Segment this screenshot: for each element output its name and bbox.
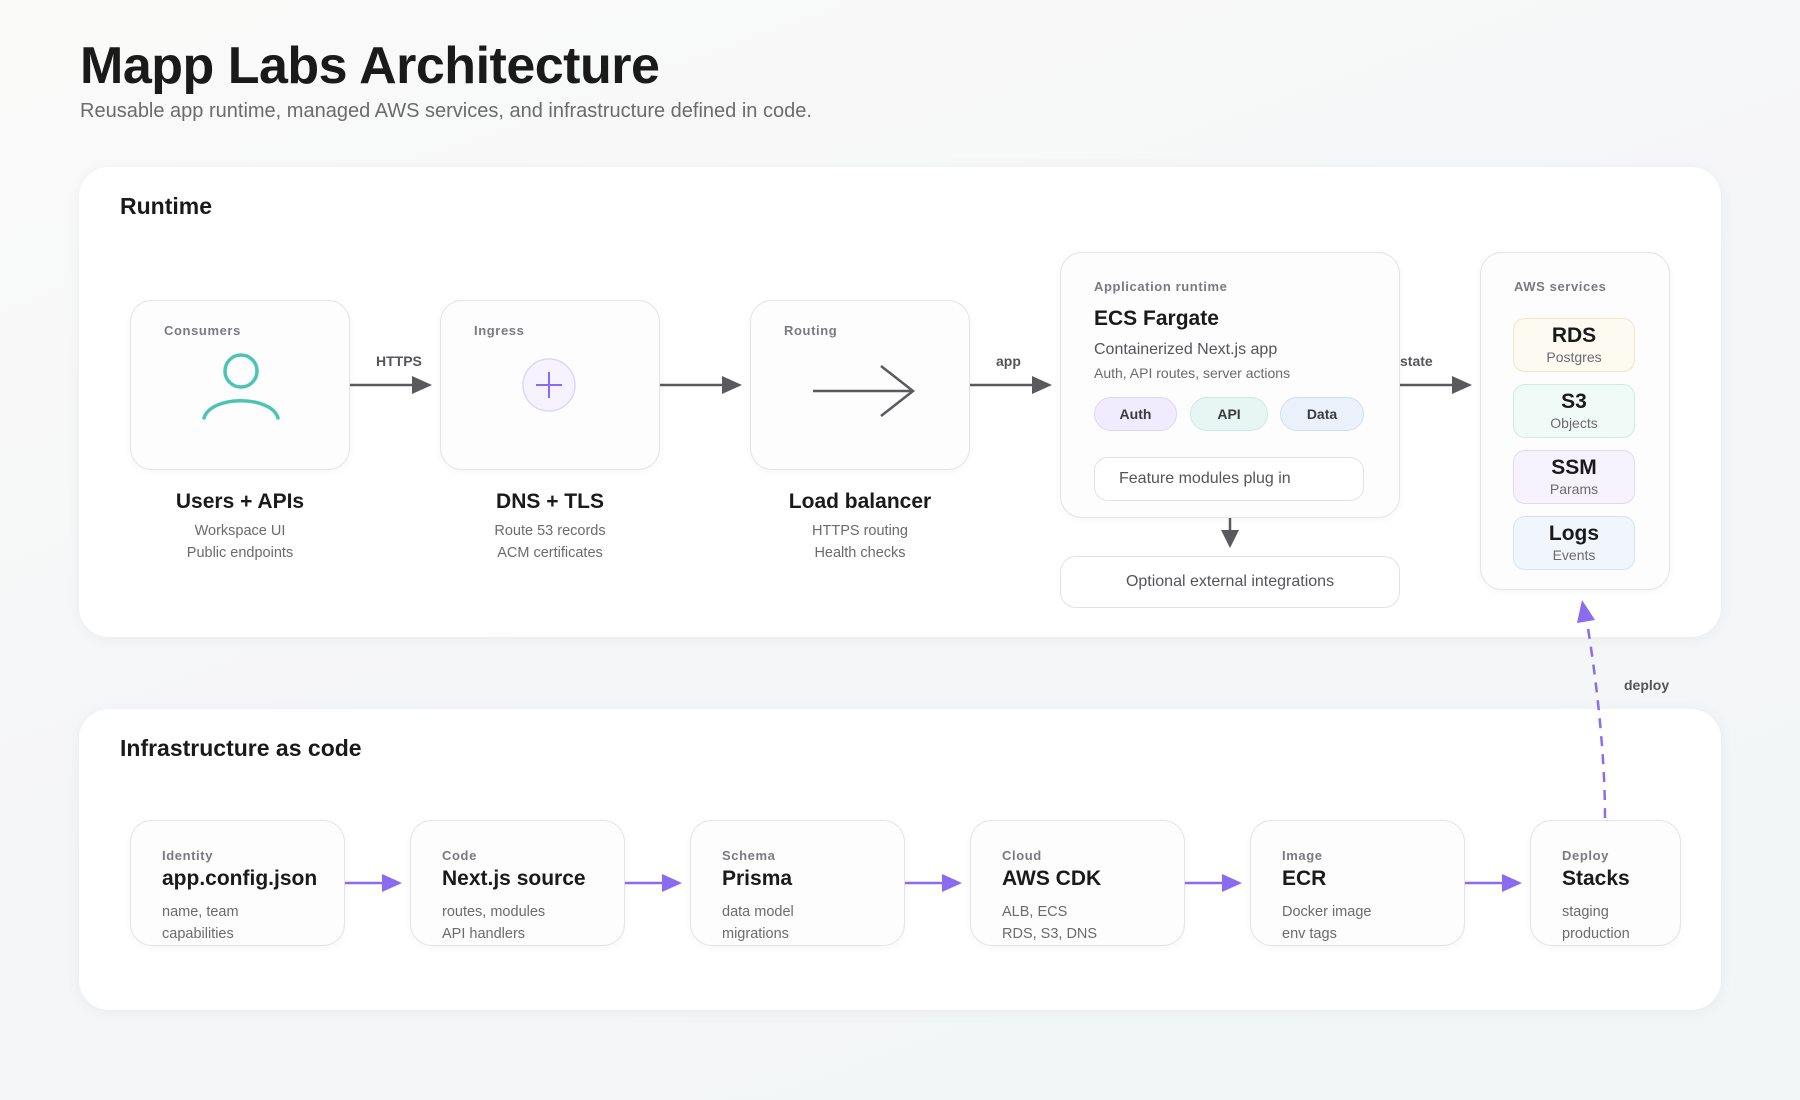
api-chip[interactable]: API: [1190, 397, 1268, 431]
ingress-title: DNS + TLS: [496, 490, 604, 513]
page-title: Mapp Labs Architecture: [80, 37, 660, 95]
image-kicker: Image: [1282, 848, 1323, 863]
deploy-step-card[interactable]: Deploy Stacks staging production: [1530, 820, 1681, 946]
identity-line-1: name, team: [162, 904, 239, 920]
logs-service[interactable]: Logs Events: [1513, 516, 1635, 570]
cloud-title: AWS CDK: [1002, 867, 1102, 890]
ingress-card[interactable]: Ingress: [440, 300, 660, 470]
app-runtime-kicker: Application runtime: [1094, 279, 1228, 294]
logs-name: Logs: [1548, 522, 1600, 545]
s3-desc: Objects: [1550, 415, 1598, 431]
routing-kicker: Routing: [784, 323, 838, 338]
s3-service[interactable]: S3 Objects: [1513, 384, 1635, 438]
ssm-service[interactable]: SSM Params: [1513, 450, 1635, 504]
code-line-2: API handlers: [442, 926, 526, 942]
cloud-line-1: ALB, ECS: [1002, 904, 1068, 920]
arrow-right-icon: [813, 365, 916, 417]
rds-name: RDS: [1551, 324, 1597, 347]
plus-circle-icon: [522, 358, 576, 412]
cloud-line-2: RDS, S3, DNS: [1002, 926, 1098, 942]
routing-title: Load balancer: [788, 490, 932, 513]
ingress-line-1: Route 53 records: [494, 523, 606, 539]
consumers-line-1: Workspace UI: [194, 523, 286, 539]
schema-title: Prisma: [722, 867, 793, 890]
page-subtitle: Reusable app runtime, managed AWS servic…: [80, 100, 812, 122]
identity-title: app.config.json: [162, 867, 318, 890]
code-line-1: routes, modules: [442, 904, 546, 920]
identity-line-2: capabilities: [162, 926, 234, 942]
consumers-title: Users + APIs: [175, 490, 305, 513]
cloud-kicker: Cloud: [1002, 848, 1042, 863]
image-title: ECR: [1282, 867, 1327, 890]
feature-modules-box[interactable]: Feature modules plug in: [1094, 457, 1364, 501]
routing-line-1: HTTPS routing: [812, 523, 908, 539]
image-line-2: env tags: [1282, 926, 1337, 942]
app-runtime-card[interactable]: Application runtime ECS Fargate Containe…: [1060, 252, 1400, 518]
rds-service[interactable]: RDS Postgres: [1513, 318, 1635, 372]
consumers-kicker: Consumers: [164, 323, 241, 338]
runtime-panel-title: Runtime: [120, 193, 212, 219]
logs-desc: Events: [1552, 547, 1596, 563]
identity-kicker: Identity: [162, 848, 214, 863]
aws-services-kicker: AWS services: [1514, 279, 1607, 294]
schema-line-1: data model: [722, 904, 794, 920]
consumers-card[interactable]: Consumers: [130, 300, 350, 470]
code-title: Next.js source: [442, 867, 586, 890]
routing-line-2: Health checks: [814, 545, 906, 561]
routing-card[interactable]: Routing: [750, 300, 970, 470]
data-chip[interactable]: Data: [1280, 397, 1364, 431]
schema-line-2: migrations: [722, 926, 789, 942]
https-flow-label: HTTPS: [376, 353, 422, 369]
schema-kicker: Schema: [722, 848, 776, 863]
app-runtime-description: Containerized Next.js app: [1094, 341, 1278, 358]
consumers-line-2: Public endpoints: [186, 545, 294, 561]
app-runtime-title: ECS Fargate: [1094, 307, 1219, 330]
code-step-card[interactable]: Code Next.js source routes, modules API …: [410, 820, 625, 946]
ingress-subtitle: Route 53 records ACM certificates: [440, 520, 660, 564]
deploy-title: Stacks: [1562, 867, 1630, 890]
state-flow-label: state: [1400, 353, 1433, 369]
consumers-subtitle: Workspace UI Public endpoints: [130, 520, 350, 564]
app-flow-label: app: [996, 353, 1021, 369]
identity-step-card[interactable]: Identity app.config.json name, team capa…: [130, 820, 345, 946]
ingress-kicker: Ingress: [474, 323, 525, 338]
routing-subtitle: HTTPS routing Health checks: [750, 520, 970, 564]
rds-desc: Postgres: [1546, 349, 1602, 365]
deploy-line-2: production: [1562, 926, 1630, 942]
deploy-flow-label: deploy: [1624, 677, 1670, 693]
ingress-line-2: ACM certificates: [497, 545, 603, 561]
schema-step-card[interactable]: Schema Prisma data model migrations: [690, 820, 905, 946]
deploy-kicker: Deploy: [1562, 848, 1609, 863]
ssm-desc: Params: [1549, 481, 1599, 497]
auth-chip[interactable]: Auth: [1094, 397, 1177, 431]
s3-name: S3: [1561, 390, 1587, 413]
image-line-1: Docker image: [1282, 904, 1372, 920]
deploy-line-1: staging: [1562, 904, 1609, 920]
external-integrations-box[interactable]: Optional external integrations: [1060, 556, 1400, 608]
image-step-card[interactable]: Image ECR Docker image env tags: [1250, 820, 1465, 946]
iac-panel-title: Infrastructure as code: [120, 735, 362, 761]
ssm-name: SSM: [1551, 456, 1597, 479]
cloud-step-card[interactable]: Cloud AWS CDK ALB, ECS RDS, S3, DNS: [970, 820, 1185, 946]
app-runtime-detail: Auth, API routes, server actions: [1094, 365, 1291, 381]
user-icon: [202, 353, 280, 420]
code-kicker: Code: [442, 848, 477, 863]
